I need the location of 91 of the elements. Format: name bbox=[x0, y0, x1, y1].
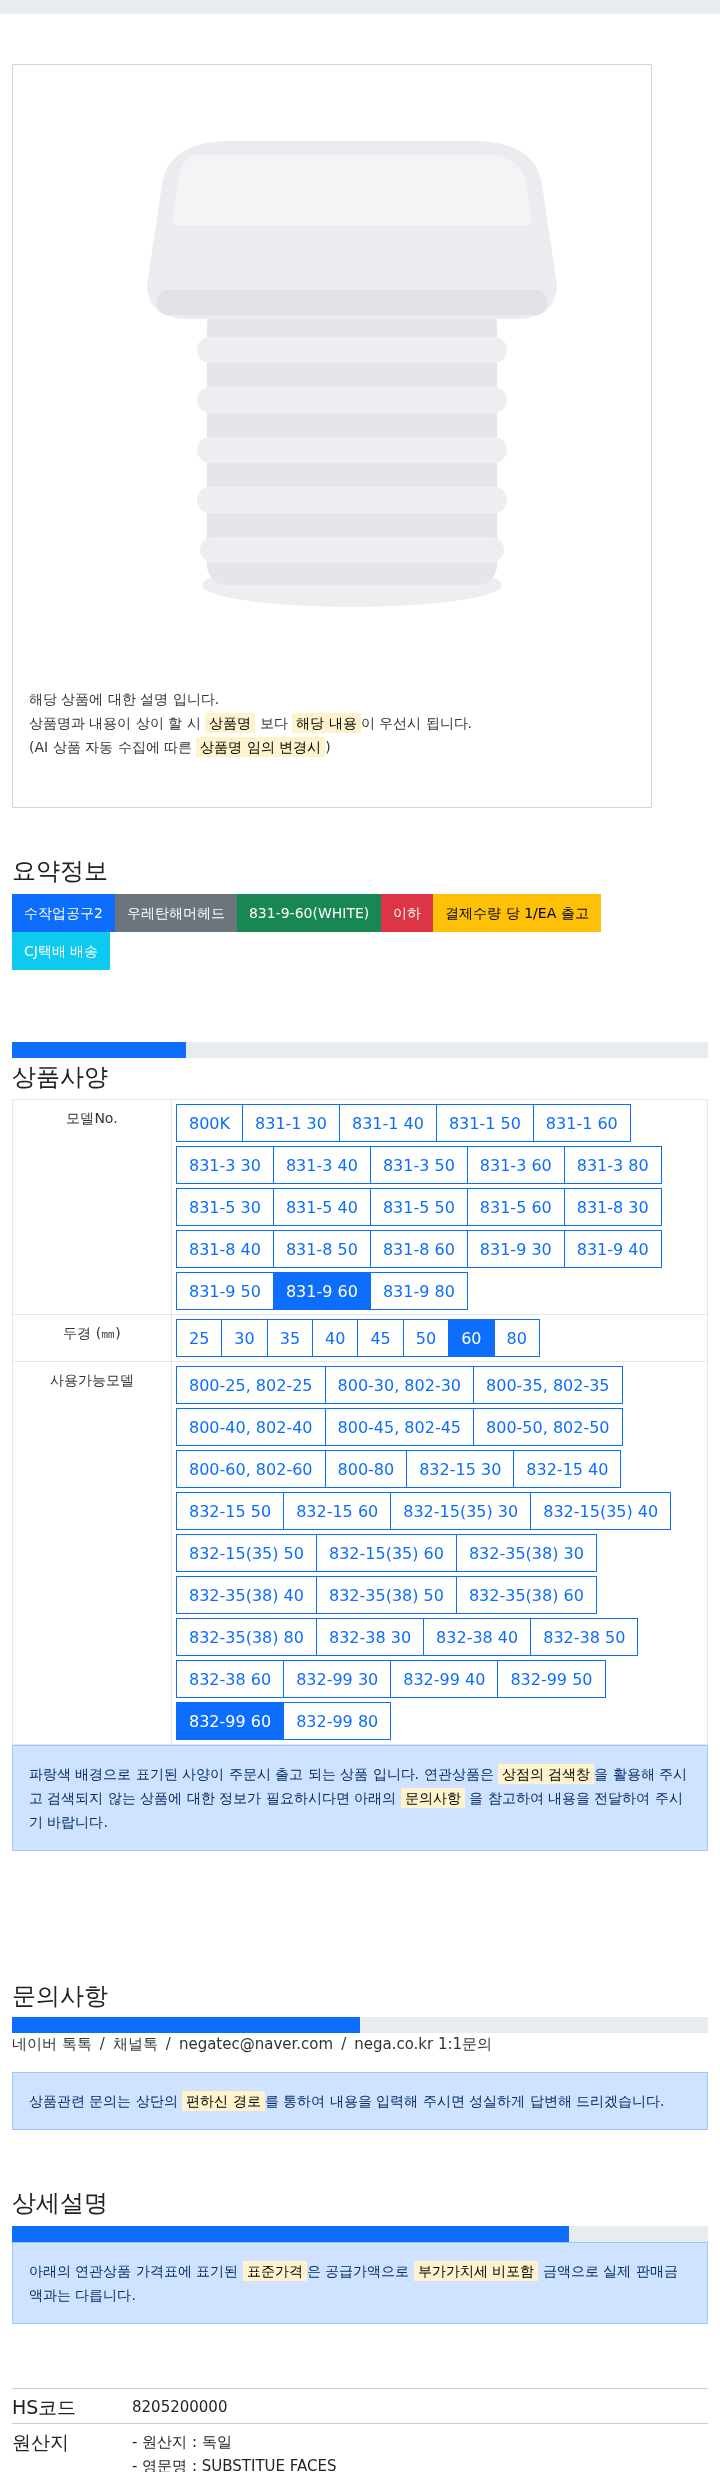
option-button[interactable]: 831-9 50 bbox=[176, 1272, 274, 1310]
section-heading: 요약정보 bbox=[12, 856, 109, 887]
option-button[interactable]: 832-99 60 bbox=[176, 1702, 285, 1740]
option-button[interactable]: 832-35(38) 30 bbox=[455, 1534, 597, 1572]
option-button[interactable]: 800-40, 802-40 bbox=[176, 1408, 326, 1446]
option-button[interactable]: 832-15(35) 40 bbox=[530, 1492, 672, 1530]
option-button[interactable]: 831-9 40 bbox=[563, 1230, 662, 1268]
option-button[interactable]: 831-5 30 bbox=[176, 1188, 274, 1226]
option-button[interactable]: 25 bbox=[176, 1319, 223, 1357]
option-button[interactable]: 832-35(38) 80 bbox=[176, 1618, 317, 1656]
option-button[interactable]: 832-15(35) 30 bbox=[390, 1492, 532, 1530]
option-button[interactable]: 832-99 80 bbox=[283, 1702, 392, 1740]
option-button[interactable]: 831-3 80 bbox=[563, 1146, 662, 1184]
option-button[interactable]: 45 bbox=[357, 1319, 404, 1357]
separator-text: / bbox=[165, 2035, 171, 2054]
option-button[interactable]: 50 bbox=[402, 1319, 450, 1357]
option-button[interactable]: 80 bbox=[493, 1319, 540, 1357]
tag: 이하 bbox=[381, 894, 434, 932]
spec-label: 사용가능모델 bbox=[12, 1361, 172, 1745]
option-button[interactable]: 800K bbox=[176, 1104, 244, 1142]
info-notice: 상품관련 문의는 상단의 편하신 경로 를 통하여 내용을 입력해 주시면 성실하게 답변해 드리겠습니다. bbox=[12, 2072, 708, 2130]
info-value: - 원산지 : 독일 bbox=[132, 2432, 233, 2453]
description-text: (AI 상품 자동 수집에 따른 상품명 임의 변경시 ) bbox=[29, 736, 332, 759]
option-button[interactable]: 832-15 50 bbox=[176, 1492, 285, 1530]
option-button[interactable]: 831-8 50 bbox=[272, 1230, 371, 1268]
option-button[interactable]: 832-35(38) 40 bbox=[176, 1576, 317, 1614]
option-button[interactable]: 832-38 40 bbox=[423, 1618, 532, 1656]
option-button[interactable]: 832-38 50 bbox=[530, 1618, 639, 1656]
option-button[interactable]: 831-3 50 bbox=[369, 1146, 468, 1184]
contact-channel: 채널톡 bbox=[112, 2035, 158, 2054]
option-button[interactable]: 831-8 60 bbox=[369, 1230, 468, 1268]
option-button[interactable]: 831-9 30 bbox=[466, 1230, 565, 1268]
info-notice: 아래의 연관상품 가격표에 표기된 표준가격 은 공급가액으로 부가가치세 비포함 금액으로 실제 판매금액과는 다릅니다. bbox=[12, 2242, 708, 2324]
option-button[interactable]: 831-3 40 bbox=[272, 1146, 371, 1184]
option-button[interactable]: 831-5 60 bbox=[466, 1188, 565, 1226]
option-button[interactable]: 40 bbox=[312, 1319, 359, 1357]
option-button[interactable]: 832-15 30 bbox=[406, 1450, 515, 1488]
option-button[interactable]: 832-38 60 bbox=[176, 1660, 285, 1698]
option-button[interactable]: 831-3 60 bbox=[466, 1146, 565, 1184]
option-button[interactable]: 30 bbox=[221, 1319, 268, 1357]
option-button[interactable]: 832-99 30 bbox=[283, 1660, 392, 1698]
description-text: 해당 상품에 대한 설명 입니다. bbox=[29, 690, 221, 709]
separator-text: / bbox=[99, 2035, 105, 2054]
option-button[interactable]: 831-9 60 bbox=[272, 1272, 371, 1310]
tag: 결제수량 당 1/EA 출고 bbox=[433, 894, 601, 932]
info-value: 8205200000 bbox=[132, 2397, 228, 2418]
info-label: HS코드 bbox=[12, 2395, 78, 2420]
option-button[interactable]: 832-99 40 bbox=[390, 1660, 499, 1698]
option-button[interactable]: 800-50, 802-50 bbox=[473, 1408, 623, 1446]
option-button[interactable]: 800-45, 802-45 bbox=[324, 1408, 475, 1446]
spec-label: 두경 (㎜) bbox=[12, 1314, 172, 1362]
option-button[interactable]: 832-35(38) 50 bbox=[315, 1576, 457, 1614]
option-button[interactable]: 832-15(35) 60 bbox=[315, 1534, 457, 1572]
tag: 수작업공구2 bbox=[12, 894, 115, 932]
contact-channel: 네이버 톡톡 bbox=[12, 2035, 92, 2054]
option-button[interactable]: 800-25, 802-25 bbox=[176, 1366, 326, 1404]
option-button[interactable]: 832-15 40 bbox=[513, 1450, 622, 1488]
info-label: 원산지 bbox=[12, 2430, 70, 2455]
option-button[interactable]: 831-1 30 bbox=[242, 1104, 340, 1142]
option-button[interactable]: 832-15 60 bbox=[283, 1492, 392, 1530]
option-button[interactable]: 831-5 40 bbox=[272, 1188, 371, 1226]
section-heading: 문의사항 bbox=[12, 1981, 109, 2012]
option-button[interactable]: 60 bbox=[448, 1319, 495, 1357]
contact-channel: nega.co.kr 1:1문의 bbox=[354, 2035, 493, 2054]
option-button[interactable]: 831-1 60 bbox=[532, 1104, 631, 1142]
tag: 831-9-60(WHITE) bbox=[236, 894, 382, 932]
spec-label: 모델No. bbox=[12, 1099, 172, 1315]
section-heading: 상품사양 bbox=[12, 1062, 109, 1093]
option-button[interactable]: 800-30, 802-30 bbox=[324, 1366, 475, 1404]
option-button[interactable]: 831-3 30 bbox=[176, 1146, 274, 1184]
section-heading: 상세설명 bbox=[12, 2188, 109, 2219]
description-text: 상품명과 내용이 상이 할 시 상품명 보다 해당 내용 이 우선시 됩니다. bbox=[29, 712, 473, 735]
option-button[interactable]: 35 bbox=[266, 1319, 314, 1357]
option-button[interactable]: 831-5 50 bbox=[369, 1188, 468, 1226]
separator-text: / bbox=[341, 2035, 347, 2054]
option-button[interactable]: 832-99 50 bbox=[497, 1660, 606, 1698]
contact-channel: negatec@naver.com bbox=[178, 2035, 334, 2054]
option-button[interactable]: 831-9 80 bbox=[369, 1272, 468, 1310]
info-notice: 파랑색 배경으로 표기된 사양이 주문시 출고 되는 상품 입니다. 연관상품은 상점의 검색창 을 활용해 주시고 검색되지 않는 상품에 대한 정보가 필요하시다면 아래의 문의사항 을 참고하여 내용을 전달하여 주시기 바랍니다. bbox=[12, 1745, 708, 1851]
option-button[interactable]: 831-1 40 bbox=[338, 1104, 437, 1142]
option-button[interactable]: 832-15(35) 50 bbox=[176, 1534, 317, 1572]
option-button[interactable]: 831-1 50 bbox=[435, 1104, 534, 1142]
tag: CJ택배 배송 bbox=[12, 932, 111, 970]
option-button[interactable]: 800-80 bbox=[324, 1450, 408, 1488]
option-button[interactable]: 800-60, 802-60 bbox=[176, 1450, 326, 1488]
option-button[interactable]: 831-8 40 bbox=[176, 1230, 274, 1268]
option-button[interactable]: 800-35, 802-35 bbox=[473, 1366, 623, 1404]
option-button[interactable]: 832-38 30 bbox=[315, 1618, 425, 1656]
option-button[interactable]: 832-35(38) 60 bbox=[455, 1576, 597, 1614]
option-button[interactable]: 831-8 30 bbox=[563, 1188, 662, 1226]
tag: 우레탄해머헤드 bbox=[114, 894, 237, 932]
